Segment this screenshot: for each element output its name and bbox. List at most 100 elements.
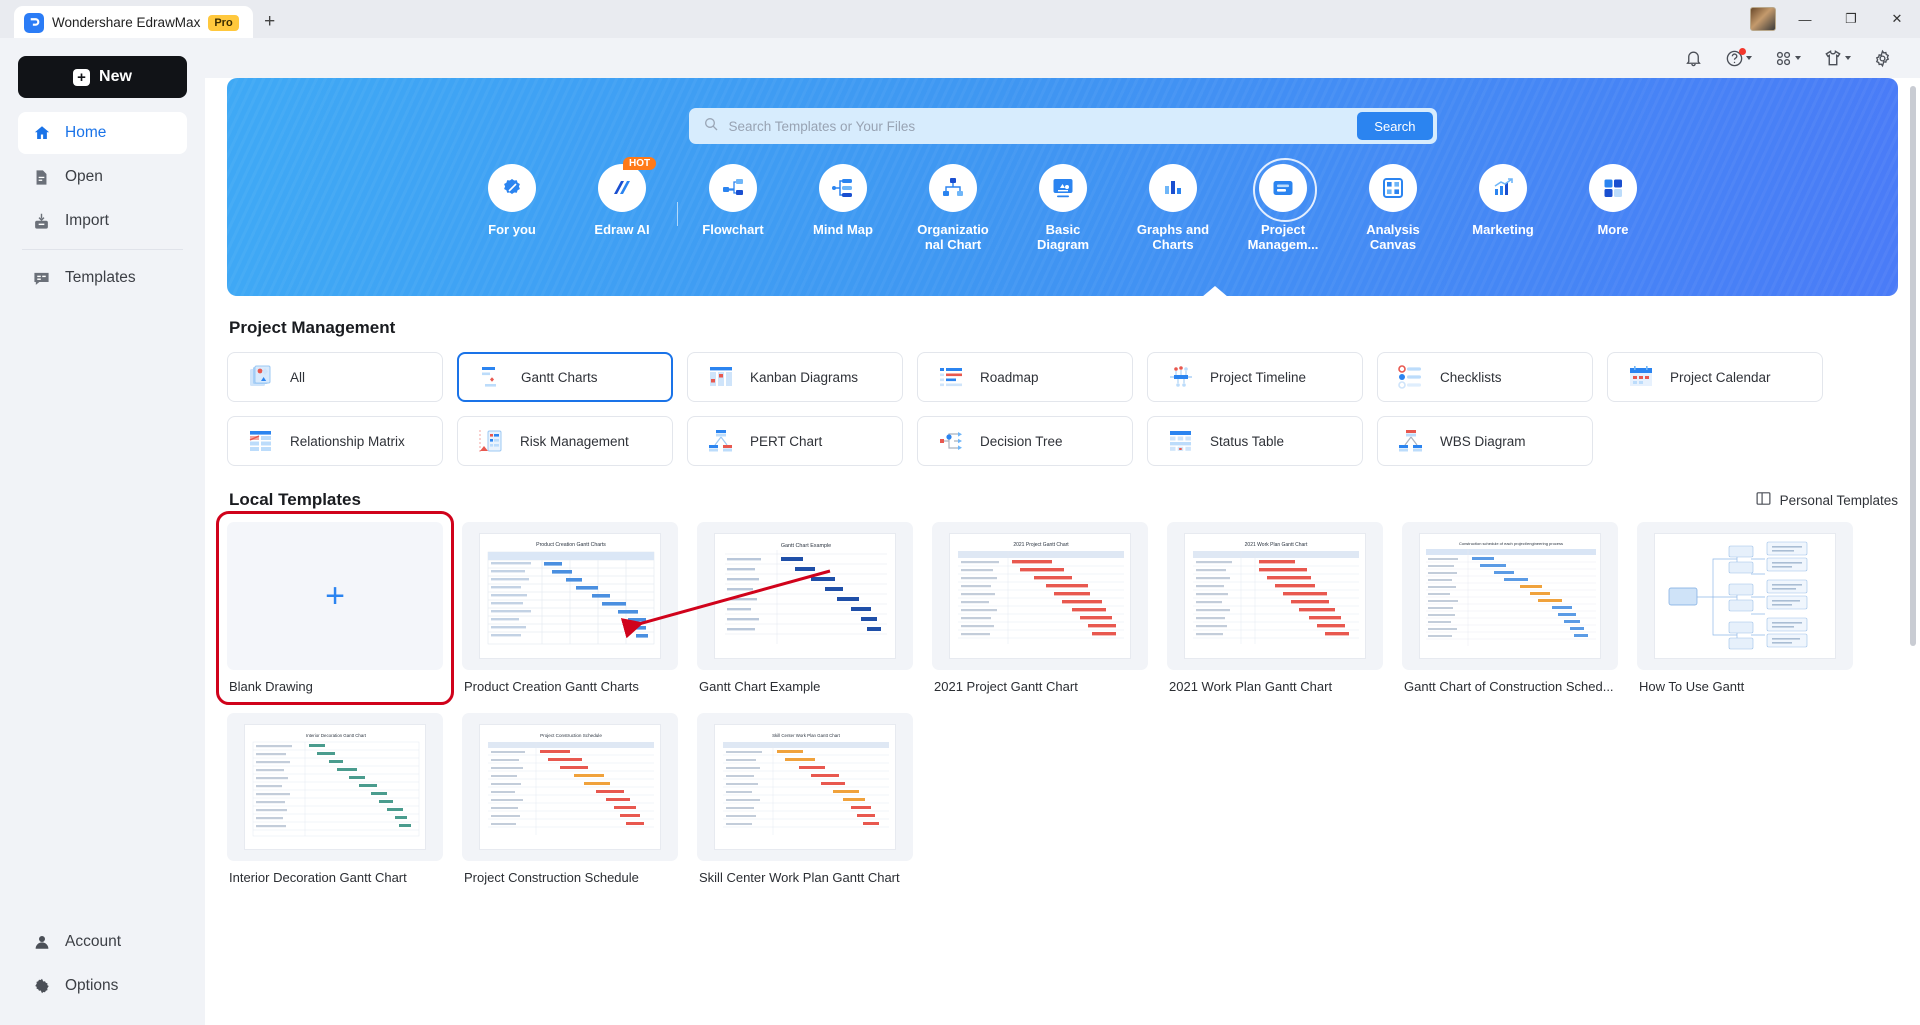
template-card-blank-drawing[interactable]: + Blank Drawing	[216, 511, 454, 705]
chip-risk-management[interactable]: Risk Management	[457, 416, 673, 466]
template-card-2021-project-gantt-chart[interactable]: 2021 Project Gantt Chart 2021 Project Ga…	[932, 522, 1148, 694]
avatar[interactable]	[1750, 7, 1776, 31]
category-label: More	[1597, 222, 1629, 237]
chip-decision-tree[interactable]: Decision Tree	[917, 416, 1133, 466]
category-label: For you	[488, 222, 536, 237]
category-label: Mind Map	[813, 222, 873, 237]
chevron-down-icon	[1795, 56, 1801, 60]
svg-text:Skill Center Work Plan Gantt C: Skill Center Work Plan Gantt Chart	[772, 733, 841, 738]
app-tab[interactable]: Wondershare EdrawMax Pro	[14, 6, 253, 39]
chip-status-table[interactable]: Status Table	[1147, 416, 1363, 466]
sidebar-item-home[interactable]: Home	[18, 112, 187, 154]
category-strip: For you HOT Edraw AI Flowchart Mind Map …	[227, 157, 1898, 252]
sidebar-item-account[interactable]: Account	[18, 921, 187, 963]
plus-icon: +	[73, 68, 91, 86]
panel-layout-icon	[1755, 490, 1772, 510]
sidebar-item-options[interactable]: Options	[18, 965, 187, 1007]
local-templates-header: Local Templates Personal Templates	[229, 490, 1898, 510]
template-card-interior-decoration-gantt-chart[interactable]: Interior Decoration Gantt Chart Interior…	[227, 713, 443, 885]
category-flowchart[interactable]: Flowchart	[678, 164, 788, 237]
chip-project-calendar[interactable]: Project Calendar	[1607, 352, 1823, 402]
chip-relationship-matrix[interactable]: Relationship Matrix	[227, 416, 443, 466]
category-graphs-and-charts[interactable]: Graphs and Charts	[1118, 164, 1228, 252]
chip-gantt-charts[interactable]: Gantt Charts	[457, 352, 673, 402]
local-templates-grid: + Blank Drawing Product Creation Gantt C…	[216, 511, 1920, 885]
sidebar-nav: Home Open Import Templates	[18, 112, 187, 301]
chip-kanban-diagrams[interactable]: Kanban Diagrams	[687, 352, 903, 402]
new-button-label: New	[99, 68, 132, 85]
template-thumbnail: 2021 Project Gantt Chart	[932, 522, 1148, 670]
category-marketing[interactable]: Marketing	[1448, 164, 1558, 237]
chip-roadmap[interactable]: Roadmap	[917, 352, 1133, 402]
category-basic-diagram[interactable]: Basic Diagram	[1008, 164, 1118, 252]
category-label: Analysis Canvas	[1366, 222, 1420, 252]
close-button[interactable]: ✕	[1874, 0, 1920, 38]
chip-project-timeline[interactable]: Project Timeline	[1147, 352, 1363, 402]
vertical-scrollbar[interactable]	[1910, 86, 1916, 646]
chip-label: Roadmap	[980, 369, 1039, 385]
category-for-you[interactable]: For you	[457, 164, 567, 237]
analysis-canvas-icon	[1369, 164, 1417, 212]
sidebar-item-label: Open	[65, 168, 103, 185]
personal-templates-button[interactable]: Personal Templates	[1755, 490, 1898, 510]
svg-text:Project Construction Schedule: Project Construction Schedule	[540, 733, 602, 738]
template-card-gantt-chart-of-construction-schedule[interactable]: Construction schedule of each project/en…	[1402, 522, 1618, 694]
minimize-button[interactable]: —	[1782, 0, 1828, 38]
category-mind-map[interactable]: Mind Map	[788, 164, 898, 237]
theme-shirt-icon[interactable]	[1823, 48, 1851, 68]
sidebar-item-open[interactable]: Open	[18, 156, 187, 198]
sidebar-item-import[interactable]: Import	[18, 200, 187, 242]
calendar-icon	[1628, 364, 1654, 390]
category-analysis-canvas[interactable]: Analysis Canvas	[1338, 164, 1448, 252]
apps-grid-icon[interactable]	[1774, 49, 1801, 68]
chip-checklists[interactable]: Checklists	[1377, 352, 1593, 402]
search-button[interactable]: Search	[1357, 112, 1433, 140]
chip-label: PERT Chart	[750, 433, 823, 449]
chip-label: Project Calendar	[1670, 369, 1771, 385]
category-label: Graphs and Charts	[1136, 222, 1210, 252]
template-thumbnail: Gantt Chart Example	[697, 522, 913, 670]
import-icon	[32, 212, 51, 231]
search-input[interactable]	[718, 118, 1358, 134]
gantt-chart-icon	[479, 364, 505, 390]
category-project-management[interactable]: Project Managem...	[1228, 158, 1338, 252]
template-label: Gantt Chart of Construction Sched...	[1404, 679, 1614, 694]
category-label: Project Managem...	[1247, 222, 1319, 252]
bell-icon[interactable]	[1684, 49, 1703, 68]
svg-text:2021 Work Plan Gantt Chart: 2021 Work Plan Gantt Chart	[1245, 542, 1308, 548]
settings-gear-icon[interactable]	[1873, 49, 1892, 68]
chip-pert-chart[interactable]: PERT Chart	[687, 416, 903, 466]
timeline-icon	[1168, 364, 1194, 390]
new-document-button[interactable]: + New	[18, 56, 187, 98]
template-label: Product Creation Gantt Charts	[464, 679, 639, 694]
chevron-down-icon	[1845, 56, 1851, 60]
template-card-project-construction-schedule[interactable]: Project Construction Schedule Project Co…	[462, 713, 678, 885]
category-edraw-ai[interactable]: HOT Edraw AI	[567, 157, 677, 237]
maximize-button[interactable]: ❐	[1828, 0, 1874, 38]
template-card-skill-center-work-plan-gantt-chart[interactable]: Skill Center Work Plan Gantt Chart Skill…	[697, 713, 913, 885]
category-label: Organizatio nal Chart	[917, 222, 989, 252]
template-thumbnail	[1637, 522, 1853, 670]
template-card-product-creation-gantt-charts[interactable]: Product Creation Gantt Charts Product Cr…	[462, 522, 678, 694]
tab-title: Wondershare EdrawMax	[52, 15, 201, 30]
template-card-how-to-use-gantt[interactable]: How To Use Gantt	[1637, 522, 1853, 694]
template-card-gantt-chart-example[interactable]: Gantt Chart Example Gantt Chart Example	[697, 522, 913, 694]
search-bar[interactable]: Search	[688, 108, 1437, 144]
section-title-local-templates: Local Templates	[229, 490, 361, 509]
selected-category-notch	[227, 286, 1898, 296]
template-card-2021-work-plan-gantt-chart[interactable]: 2021 Work Plan Gantt Chart 2021 Work Pla…	[1167, 522, 1383, 694]
chip-wbs-diagram[interactable]: WBS Diagram	[1377, 416, 1593, 466]
sidebar-divider	[22, 249, 183, 250]
category-more[interactable]: More	[1558, 164, 1668, 237]
new-tab-button[interactable]: +	[253, 5, 287, 38]
for-you-icon	[488, 164, 536, 212]
pert-icon	[708, 428, 734, 454]
personal-templates-label: Personal Templates	[1779, 492, 1898, 508]
category-label: Edraw AI	[594, 222, 650, 237]
sidebar-item-templates[interactable]: Templates	[18, 257, 187, 299]
chip-label: Status Table	[1210, 433, 1285, 449]
help-icon[interactable]	[1725, 47, 1752, 68]
chip-label: Kanban Diagrams	[750, 369, 859, 385]
category-organizational-chart[interactable]: Organizatio nal Chart	[898, 164, 1008, 252]
chip-all[interactable]: All	[227, 352, 443, 402]
